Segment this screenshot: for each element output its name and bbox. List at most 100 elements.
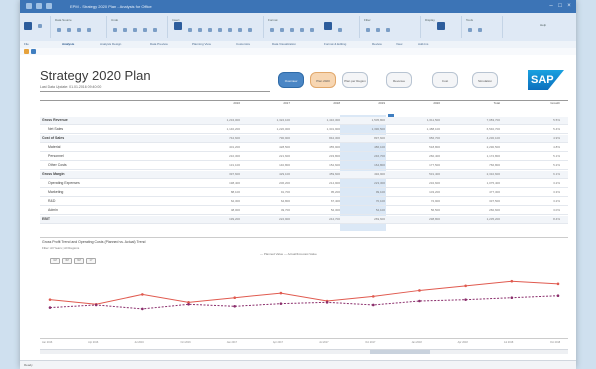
- table-cell[interactable]: 742,600: [200, 136, 240, 140]
- table-cell[interactable]: 1,390,500: [345, 127, 385, 131]
- column-header[interactable]: 2020: [400, 101, 440, 115]
- table-cell[interactable]: 62,300: [200, 199, 240, 203]
- dropdown-icon[interactable]: [38, 24, 42, 28]
- column-icon[interactable]: [208, 28, 212, 32]
- cut-icon[interactable]: [153, 28, 157, 32]
- table-cell[interactable]: 4,230,100: [460, 136, 500, 140]
- table-cell[interactable]: 531,400: [400, 172, 440, 176]
- table-row[interactable]: Cost of Sales 742,600 790,900 842,300 897,60…: [40, 135, 568, 143]
- data-point[interactable]: [94, 303, 98, 307]
- data-point[interactable]: [556, 294, 560, 298]
- table-row[interactable]: Gross Revenue 1,234,000 1,322,100 1,410,300…: [40, 117, 568, 125]
- nav-button-cost[interactable]: Cost: [432, 72, 458, 88]
- table-cell[interactable]: 152,600: [300, 163, 340, 167]
- tab-customize[interactable]: Customize: [236, 42, 250, 46]
- table-cell[interactable]: 1,075,400: [460, 181, 500, 185]
- table-cell[interactable]: 221,600: [250, 154, 290, 158]
- table-cell[interactable]: 232,600: [400, 181, 440, 185]
- nav-button-simulation[interactable]: Simulation: [472, 72, 498, 88]
- column-header[interactable]: 2019: [345, 101, 385, 115]
- column-header[interactable]: Total: [460, 101, 500, 115]
- table-cell[interactable]: 8.4%: [520, 217, 560, 221]
- column-header[interactable]: Growth: [520, 101, 560, 115]
- data-point[interactable]: [510, 296, 514, 299]
- table-cell[interactable]: 131,100: [200, 163, 240, 167]
- tab-analysis[interactable]: Analysis: [62, 42, 74, 46]
- table-cell[interactable]: 1,140,200: [200, 127, 240, 131]
- table-cell[interactable]: 897,600: [345, 136, 385, 140]
- tab-planning-view[interactable]: Planning View: [192, 42, 211, 46]
- data-point[interactable]: [141, 293, 144, 296]
- display-icon[interactable]: [437, 22, 445, 30]
- table-cell[interactable]: 790,900: [250, 136, 290, 140]
- table-cell[interactable]: 54,100: [345, 208, 385, 212]
- table-cell[interactable]: 1,505,800: [345, 118, 385, 122]
- table-cell[interactable]: 244,700: [300, 217, 340, 221]
- table-cell[interactable]: 206,200: [250, 181, 290, 185]
- scrollbar-thumb[interactable]: [370, 350, 430, 354]
- tab-add-ins[interactable]: Add-Ins: [418, 42, 428, 46]
- table-cell[interactable]: 164,800: [345, 163, 385, 167]
- blue-square-icon[interactable]: [31, 49, 36, 54]
- redo-icon[interactable]: [123, 28, 127, 32]
- data-point[interactable]: [48, 298, 52, 301]
- tab-data-preview[interactable]: Data Preview: [150, 42, 168, 46]
- table-cell[interactable]: 956,700: [400, 136, 440, 140]
- tab-data-visualization[interactable]: Data Visualization: [272, 42, 296, 46]
- tab-view[interactable]: View: [396, 42, 402, 46]
- table-row[interactable]: Admin 48,000 49,700 52,300 54,100 56,500 260,6…: [40, 207, 568, 215]
- table-cell[interactable]: 1,220,000: [250, 127, 290, 131]
- data-point[interactable]: [279, 302, 283, 305]
- table-row[interactable]: Operating Expenses 198,400 206,200 214,900 2…: [40, 180, 568, 188]
- table-cell[interactable]: 64,800: [250, 199, 290, 203]
- table-row[interactable]: Material 401,200 428,500 455,900 486,100 518,…: [40, 144, 568, 152]
- table-cell[interactable]: 260,400: [400, 154, 440, 158]
- table-cell[interactable]: 842,300: [300, 136, 340, 140]
- save-icon[interactable]: [26, 3, 32, 9]
- align-icon[interactable]: [300, 28, 304, 32]
- table-cell[interactable]: 72,900: [400, 199, 440, 203]
- table-cell[interactable]: 2,290,500: [460, 145, 500, 149]
- table-cell[interactable]: 6.1%: [520, 172, 560, 176]
- data-point[interactable]: [279, 291, 283, 295]
- table-cell[interactable]: 177,500: [400, 163, 440, 167]
- table-row[interactable]: Net Sales 1,140,200 1,220,000 1,301,900 1,39…: [40, 126, 568, 134]
- data-point[interactable]: [418, 299, 421, 303]
- table-cell[interactable]: 56,500: [400, 208, 440, 212]
- table-cell[interactable]: 223,300: [345, 181, 385, 185]
- undo-icon[interactable]: [113, 28, 117, 32]
- data-point[interactable]: [233, 296, 237, 299]
- measure-icon[interactable]: [228, 28, 232, 32]
- prompt-icon[interactable]: [386, 28, 390, 32]
- insert-icon[interactable]: [57, 28, 61, 32]
- data-point[interactable]: [371, 303, 375, 307]
- table-row[interactable]: Other Costs 131,100 140,800 152,600 164,800 1…: [40, 162, 568, 170]
- table-cell[interactable]: 429,100: [250, 172, 290, 176]
- clear-filter-icon[interactable]: [376, 28, 380, 32]
- data-point[interactable]: [187, 303, 190, 306]
- italic-icon[interactable]: [280, 28, 284, 32]
- table-cell[interactable]: 1,322,100: [250, 118, 290, 122]
- copy-icon[interactable]: [133, 28, 137, 32]
- row-icon[interactable]: [198, 28, 202, 32]
- table-cell[interactable]: 766,800: [460, 163, 500, 167]
- data-point[interactable]: [48, 306, 52, 309]
- table-cell[interactable]: 52,300: [300, 208, 340, 212]
- table-cell[interactable]: 3.3%: [520, 190, 560, 194]
- tools-icon[interactable]: [478, 28, 482, 32]
- data-point[interactable]: [325, 301, 329, 304]
- table-cell[interactable]: 455,900: [300, 145, 340, 149]
- data-point[interactable]: [371, 295, 375, 298]
- table-row[interactable]: Personnel 210,300 221,600 233,800 246,700 260…: [40, 153, 568, 161]
- column-header[interactable]: 2016: [200, 101, 240, 115]
- table-cell[interactable]: 48,000: [200, 208, 240, 212]
- table-cell[interactable]: 337,500: [460, 199, 500, 203]
- table-cell[interactable]: 3.0%: [520, 208, 560, 212]
- nav-button-plan-per-region[interactable]: Plan per Region: [342, 72, 368, 88]
- table-cell[interactable]: 5.2%: [520, 163, 560, 167]
- maximize-button[interactable]: □: [557, 3, 563, 9]
- minimize-button[interactable]: –: [548, 3, 554, 9]
- table-cell[interactable]: 99,100: [345, 190, 385, 194]
- pivot-icon[interactable]: [218, 28, 222, 32]
- data-point[interactable]: [464, 284, 467, 288]
